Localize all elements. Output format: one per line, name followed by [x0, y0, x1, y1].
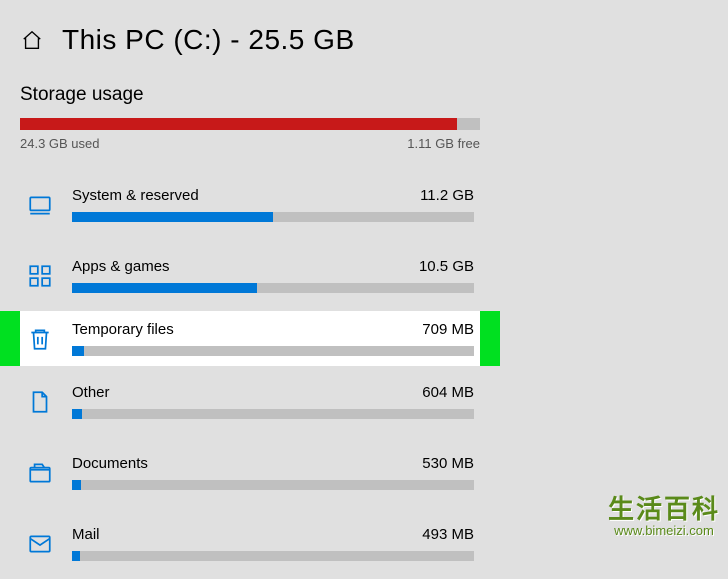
page-title: This PC (C:) - 25.5 GB [62, 24, 355, 56]
home-icon[interactable] [20, 28, 44, 52]
category-bar-fill [72, 212, 273, 222]
category-size: 530 MB [422, 455, 474, 472]
category-size: 10.5 GB [419, 258, 474, 275]
watermark: 生活百科 www.bimeizi.com [608, 495, 720, 538]
category-bar-fill [72, 346, 84, 356]
category-bar [72, 283, 474, 293]
category-name: Apps & games [72, 258, 170, 275]
watermark-text: 生活百科 [608, 495, 720, 524]
system-icon [26, 191, 54, 219]
category-name: Mail [72, 526, 100, 543]
category-size: 604 MB [422, 384, 474, 401]
overall-usage-fill [20, 118, 457, 130]
category-name: Temporary files [72, 321, 174, 338]
overall-usage-bar [20, 118, 480, 130]
category-bar [72, 480, 474, 490]
category-name: System & reserved [72, 187, 199, 204]
overall-usage: 24.3 GB used 1.11 GB free [0, 118, 500, 151]
category-bar-fill [72, 283, 257, 293]
category-other[interactable]: Other 604 MB [0, 366, 500, 437]
trash-icon [26, 325, 54, 353]
used-label: 24.3 GB used [20, 136, 100, 151]
category-size: 11.2 GB [420, 187, 474, 204]
category-trash[interactable]: Temporary files 709 MB [0, 311, 500, 366]
category-apps[interactable]: Apps & games 10.5 GB [0, 240, 500, 311]
category-name: Documents [72, 455, 148, 472]
category-bar [72, 551, 474, 561]
category-bar [72, 212, 474, 222]
category-system[interactable]: System & reserved 11.2 GB [0, 169, 500, 240]
free-label: 1.11 GB free [407, 136, 480, 151]
documents-icon [26, 459, 54, 487]
category-name: Other [72, 384, 110, 401]
category-bar-fill [72, 409, 82, 419]
category-size: 493 MB [422, 526, 474, 543]
category-mail[interactable]: Mail 493 MB [0, 508, 500, 579]
category-documents[interactable]: Documents 530 MB [0, 437, 500, 508]
category-bar [72, 346, 474, 356]
category-bar [72, 409, 474, 419]
section-title: Storage usage [0, 66, 728, 118]
category-bar-fill [72, 480, 81, 490]
category-size: 709 MB [422, 321, 474, 338]
other-icon [26, 388, 54, 416]
apps-icon [26, 262, 54, 290]
category-bar-fill [72, 551, 80, 561]
mail-icon [26, 530, 54, 558]
watermark-url: www.bimeizi.com [608, 524, 720, 538]
